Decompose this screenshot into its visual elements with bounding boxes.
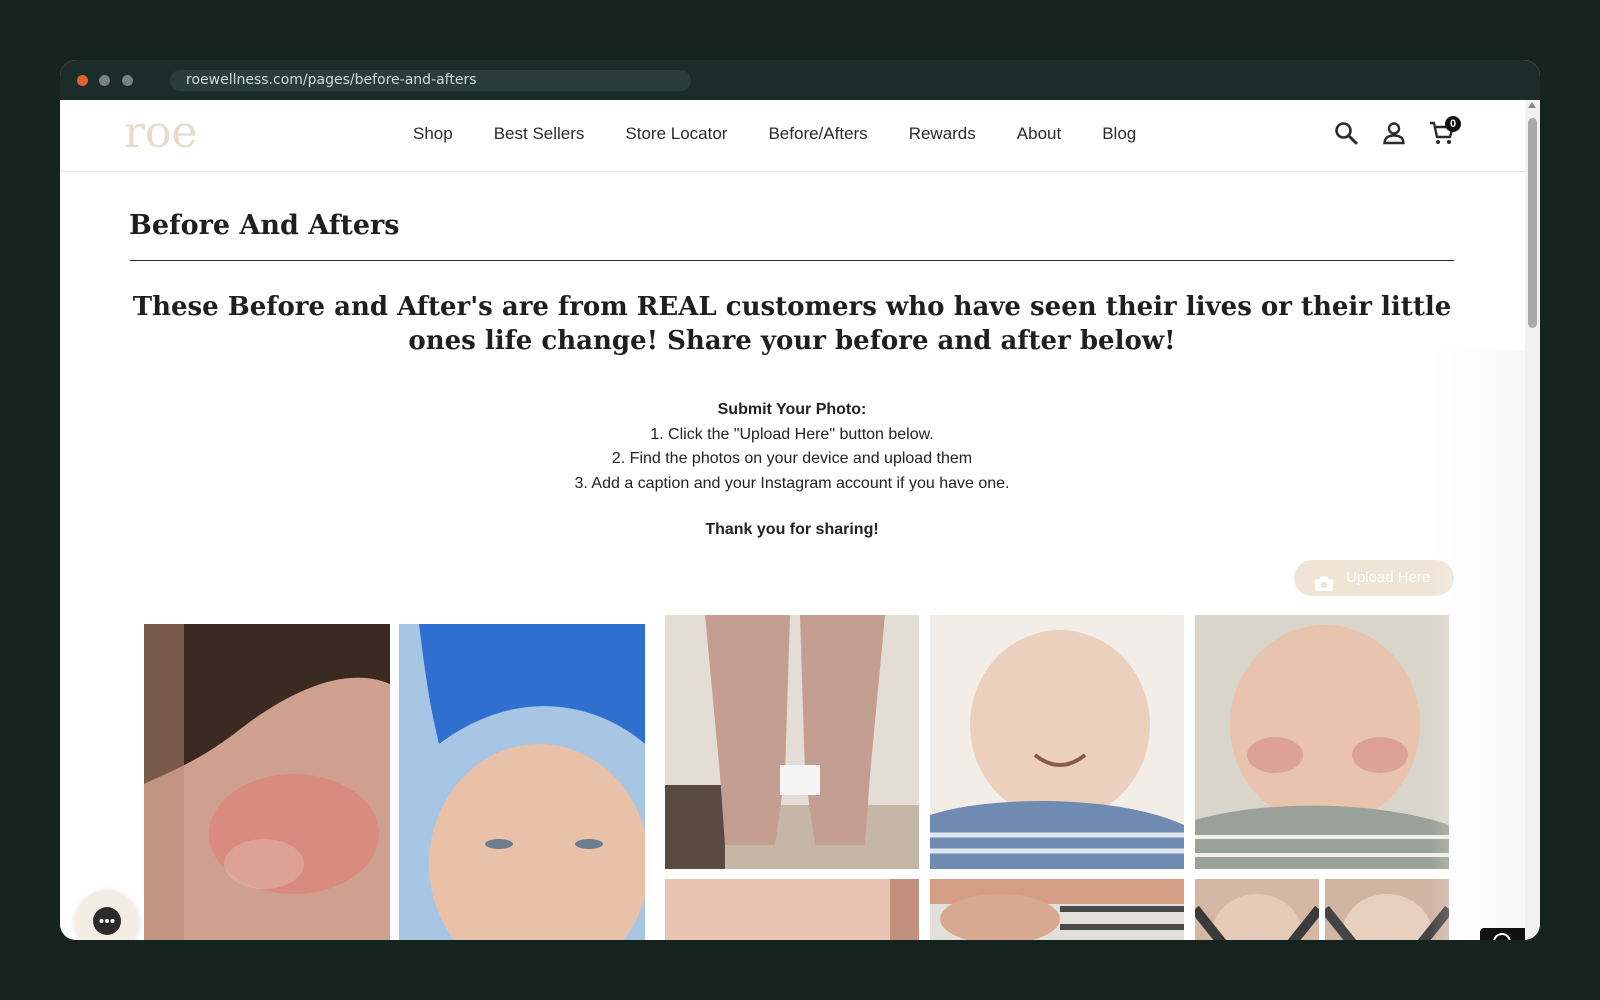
main-menu: Shop Best Sellers Store Locator Before/A… <box>413 124 1177 144</box>
nav-item-rewards[interactable]: Rewards <box>909 124 976 144</box>
submit-heading: Submit Your Photo: <box>717 401 867 418</box>
nav-item-before-afters[interactable]: Before/Afters <box>768 124 867 144</box>
cart-count-badge: 0 <box>1445 116 1461 132</box>
nav-item-shop[interactable]: Shop <box>413 124 453 144</box>
side-panel-shadow <box>1430 350 1525 940</box>
nav-item-blog[interactable]: Blog <box>1102 124 1136 144</box>
gallery-photo-tile[interactable] <box>144 624 390 940</box>
page-scrollbar[interactable] <box>1525 100 1540 940</box>
gallery-photo-tile[interactable] <box>1195 879 1319 940</box>
thanks-message: Thank you for sharing! <box>705 521 879 538</box>
title-divider <box>130 260 1454 261</box>
instruction-step: 2. Find the photos on your device and up… <box>611 450 973 468</box>
title-bar: roewellness.com/pages/before-and-afters <box>60 60 1540 100</box>
maximize-window-button[interactable] <box>122 75 133 86</box>
camera-icon <box>1314 570 1334 606</box>
search-icon[interactable] <box>1333 120 1359 146</box>
page-headline: These Before and After's are from REAL c… <box>132 292 1452 356</box>
upload-button-label: Upload Here <box>1346 569 1431 586</box>
close-window-button[interactable] <box>77 75 88 86</box>
gallery-photo-tile[interactable] <box>930 879 1184 940</box>
header-icons: 0 <box>1333 116 1461 146</box>
chat-bubble-icon <box>93 907 121 935</box>
gallery-photo-tile[interactable] <box>665 879 919 940</box>
instruction-step: 1. Click the "Upload Here" button below. <box>650 425 934 443</box>
gallery-photo-tile[interactable] <box>665 615 919 869</box>
nav-item-about[interactable]: About <box>1017 124 1061 144</box>
page-viewport: roe Shop Best Sellers Store Locator Befo… <box>60 100 1525 940</box>
address-bar[interactable]: roewellness.com/pages/before-and-afters <box>170 70 691 91</box>
account-icon[interactable] <box>1381 120 1407 146</box>
site-logo[interactable]: roe <box>124 107 198 158</box>
scroll-up-arrow-icon[interactable] <box>1528 102 1536 108</box>
accessibility-widget-button[interactable] <box>1480 928 1525 940</box>
instruction-step: 3. Add a caption and your Instagram acco… <box>574 474 1010 492</box>
cart-icon[interactable]: 0 <box>1429 116 1461 146</box>
minimize-window-button[interactable] <box>99 75 110 86</box>
chat-widget-button[interactable] <box>76 890 138 940</box>
browser-window: roewellness.com/pages/before-and-afters … <box>60 60 1540 940</box>
gallery-photo-tile[interactable] <box>930 615 1184 869</box>
nav-item-store-locator[interactable]: Store Locator <box>625 124 727 144</box>
site-header: roe Shop Best Sellers Store Locator Befo… <box>60 100 1525 172</box>
gallery-photo-tile[interactable] <box>1195 615 1449 869</box>
gallery-photo-tile[interactable] <box>399 624 645 940</box>
nav-item-best-sellers[interactable]: Best Sellers <box>494 124 585 144</box>
page-title: Before And Afters <box>129 210 400 241</box>
submit-instructions: Submit Your Photo: 1. Click the "Upload … <box>130 398 1454 496</box>
scrollbar-thumb[interactable] <box>1528 118 1537 328</box>
